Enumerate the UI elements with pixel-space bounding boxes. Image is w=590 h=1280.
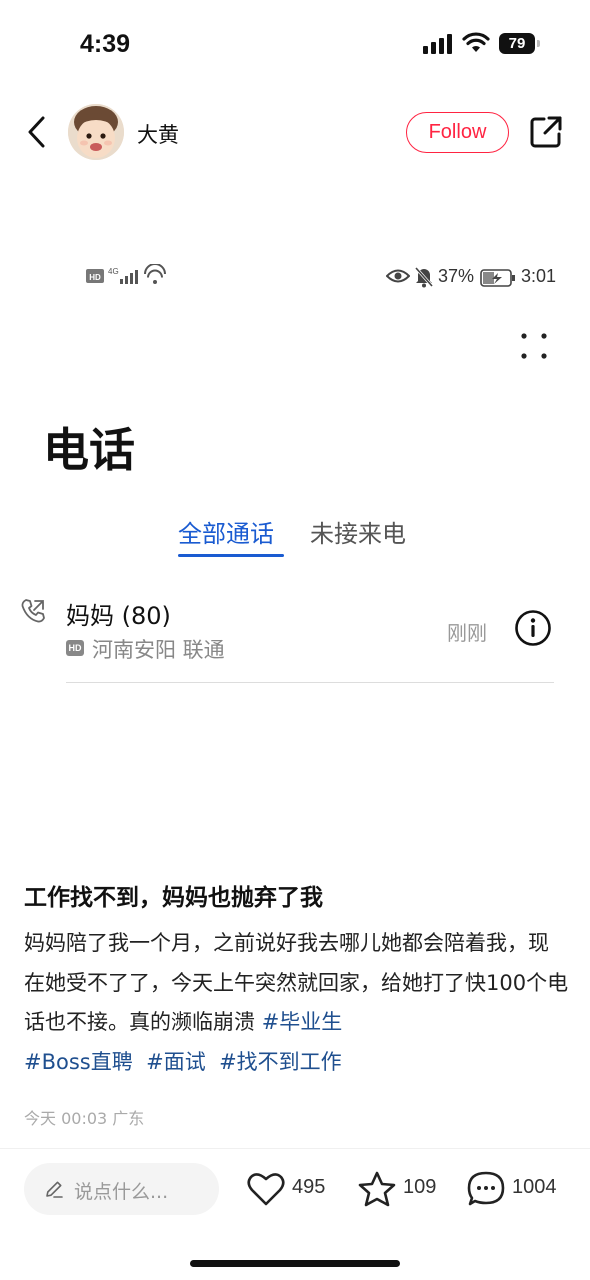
back-button[interactable] (22, 112, 54, 152)
comment-button[interactable]: 1004 (466, 1168, 576, 1210)
network-status-icon: HD 4G (86, 264, 166, 284)
tab-active-indicator (178, 554, 284, 557)
hashtag-no-job[interactable]: #找不到工作 (219, 1050, 342, 1074)
hashtag-interview[interactable]: #面试 (146, 1050, 206, 1074)
battery-level: 79 (499, 33, 535, 54)
tab-all-calls: 全部通话 (178, 520, 274, 548)
heart-icon (247, 1173, 285, 1206)
post-image[interactable]: HD 4G 37% 3:01 电话 全部通话 未接来电 妈妈 (80) HD 河… (0, 250, 590, 850)
caller-name: 妈妈 (80) (66, 602, 171, 630)
hd-badge: HD (66, 640, 84, 656)
comment-input[interactable]: 说点什么... (24, 1163, 219, 1215)
inner-time: 3:01 (521, 266, 557, 286)
battery-icon: 79 (499, 33, 541, 54)
share-icon[interactable] (528, 114, 564, 150)
collect-button[interactable]: 109 (357, 1168, 447, 1210)
battery-charging-icon (480, 269, 515, 287)
star-icon (358, 1171, 396, 1207)
comment-count: 1004 (512, 1176, 557, 1198)
outgoing-call-icon (21, 599, 45, 623)
comment-bubble-icon (467, 1171, 505, 1206)
divider (66, 682, 554, 683)
bell-muted-icon (414, 267, 434, 288)
status-bar: 4:39 79 (0, 0, 590, 90)
follow-button[interactable]: Follow (406, 112, 509, 153)
hashtag-boss[interactable]: #Boss直聘 (24, 1050, 133, 1074)
call-time: 刚刚 (447, 621, 487, 645)
post-meta: 今天 00:03 广东 (24, 1109, 145, 1128)
divider (0, 1148, 590, 1149)
hashtag-graduate[interactable]: #毕业生 (262, 1010, 343, 1034)
inner-status-right: 37% 3:01 (386, 264, 576, 290)
call-log-row: 妈妈 (80) HD 河南安阳 联通 刚刚 (0, 590, 590, 685)
collect-count: 109 (403, 1176, 437, 1198)
tab-missed-calls: 未接来电 (310, 520, 406, 548)
inner-battery-pct: 37% (438, 266, 475, 286)
dialer-title: 电话 (43, 423, 135, 477)
comment-placeholder: 说点什么... (74, 1181, 169, 1203)
like-count: 495 (292, 1176, 326, 1198)
caller-location: 河南安阳 联通 (92, 638, 225, 662)
author-name[interactable]: 大黄 (137, 119, 179, 149)
cellular-signal-icon (423, 34, 452, 54)
post-title: 工作找不到，妈妈也抛弃了我 (24, 885, 323, 911)
svg-text:HD: HD (89, 273, 101, 282)
more-options-icon (521, 333, 547, 359)
baby-avatar-icon (68, 104, 124, 160)
wifi-icon (462, 32, 490, 52)
post-body: 妈妈陪了我一个月，之前说好我去哪儿她都会陪着我，现在她受不了了，今天上午突然就回… (24, 924, 569, 1082)
status-time: 4:39 (80, 30, 131, 58)
top-nav: 大黄 Follow (0, 100, 590, 164)
home-indicator[interactable] (190, 1260, 400, 1267)
eye-icon (386, 269, 410, 283)
info-icon (515, 610, 551, 646)
net-type-label: 4G (108, 267, 119, 276)
pencil-icon (46, 1181, 63, 1198)
like-button[interactable]: 495 (246, 1168, 336, 1210)
avatar[interactable] (68, 104, 124, 160)
